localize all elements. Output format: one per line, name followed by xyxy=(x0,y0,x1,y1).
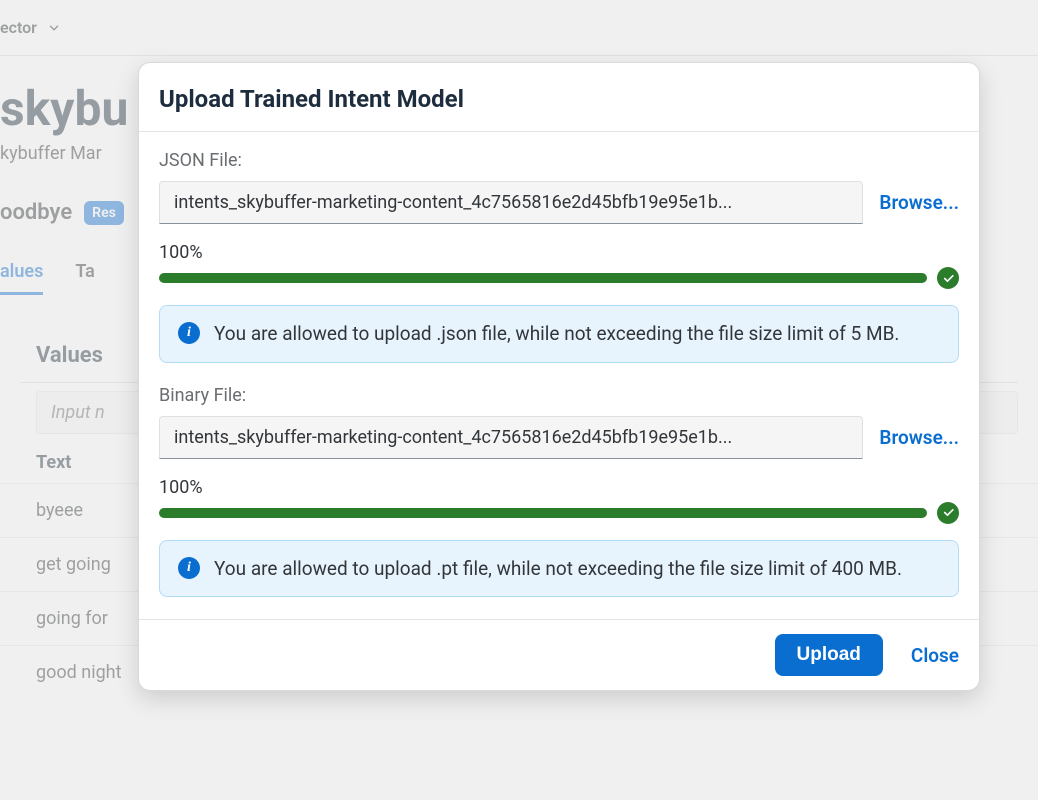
check-icon xyxy=(937,267,959,289)
binary-progress-label: 100% xyxy=(159,477,959,498)
json-progress-bar xyxy=(159,273,927,283)
upload-button[interactable]: Upload xyxy=(775,634,883,676)
json-progress-row xyxy=(159,267,959,289)
dialog-footer: Upload Close xyxy=(139,619,979,690)
binary-info-box: i You are allowed to upload .pt file, wh… xyxy=(159,540,959,598)
close-button[interactable]: Close xyxy=(911,644,959,667)
binary-browse-button[interactable]: Browse... xyxy=(879,426,959,449)
json-file-name: intents_skybuffer-marketing-content_4c75… xyxy=(159,181,863,224)
json-file-label: JSON File: xyxy=(159,150,959,171)
check-icon xyxy=(937,502,959,524)
info-icon: i xyxy=(178,322,200,344)
dialog-body: JSON File: intents_skybuffer-marketing-c… xyxy=(139,132,979,619)
binary-file-row: intents_skybuffer-marketing-content_4c75… xyxy=(159,416,959,459)
binary-info-text: You are allowed to upload .pt file, whil… xyxy=(214,555,902,583)
binary-progress-row xyxy=(159,502,959,524)
json-progress-label: 100% xyxy=(159,242,959,263)
binary-file-label: Binary File: xyxy=(159,385,959,406)
info-icon: i xyxy=(178,557,200,579)
upload-model-dialog: Upload Trained Intent Model JSON File: i… xyxy=(138,62,980,691)
json-file-row: intents_skybuffer-marketing-content_4c75… xyxy=(159,181,959,224)
binary-progress-bar xyxy=(159,508,927,518)
json-info-text: You are allowed to upload .json file, wh… xyxy=(214,320,899,348)
dialog-title: Upload Trained Intent Model xyxy=(159,85,959,113)
json-info-box: i You are allowed to upload .json file, … xyxy=(159,305,959,363)
binary-file-name: intents_skybuffer-marketing-content_4c75… xyxy=(159,416,863,459)
json-browse-button[interactable]: Browse... xyxy=(879,191,959,214)
dialog-header: Upload Trained Intent Model xyxy=(139,63,979,132)
